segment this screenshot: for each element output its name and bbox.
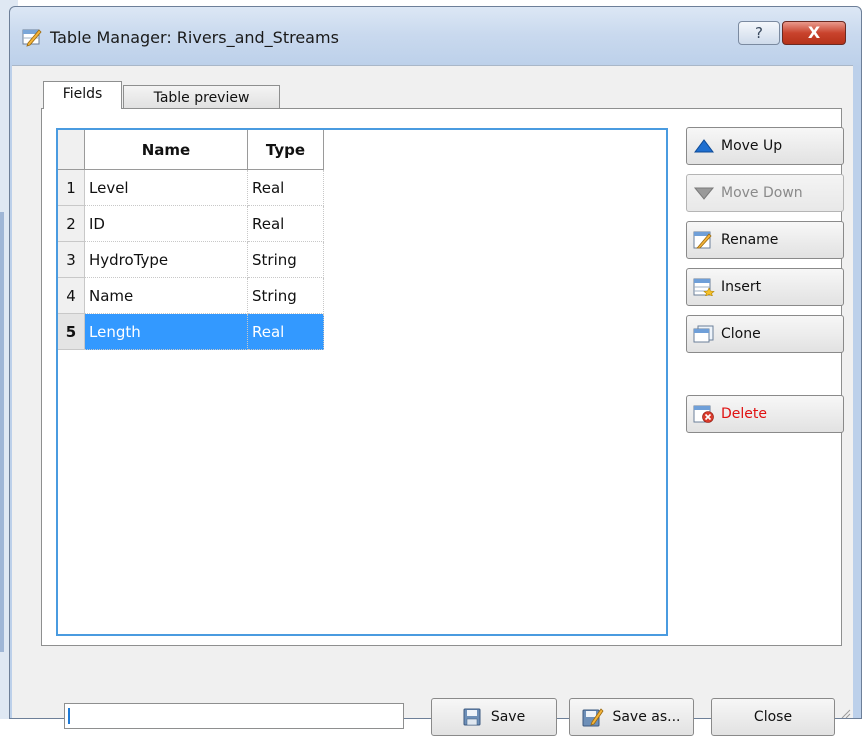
row-number[interactable]: 2 <box>58 205 85 242</box>
arrow-up-icon <box>693 137 715 155</box>
clone-button[interactable]: Clone <box>686 315 844 353</box>
title-bar: Table Manager: Rivers_and_Streams ? X <box>10 7 861 67</box>
text-caret <box>68 708 70 724</box>
table-row[interactable]: 4 Name String <box>58 277 324 314</box>
insert-icon <box>693 278 715 297</box>
save-label: Save <box>490 709 526 725</box>
window-title: Table Manager: Rivers_and_Streams <box>50 28 339 47</box>
table-row-selected[interactable]: 5 Length Real <box>58 313 324 350</box>
floppy-disk-icon <box>463 708 483 726</box>
field-name-cell[interactable]: Level <box>84 169 248 206</box>
delete-label: Delete <box>721 406 767 422</box>
fields-tab-panel: Name Type 1 Level Real 2 ID Real 3 Hydro… <box>41 108 844 646</box>
table-row[interactable]: 3 HydroType String <box>58 241 324 278</box>
close-button[interactable]: Close <box>711 698 835 736</box>
table-row[interactable]: 1 Level Real <box>58 169 324 206</box>
rename-icon <box>693 231 715 249</box>
column-header-name[interactable]: Name <box>84 130 248 170</box>
delete-button[interactable]: Delete <box>686 395 844 433</box>
table-edit-icon <box>22 27 42 47</box>
tab-fields[interactable]: Fields <box>43 81 122 109</box>
save-as-label: Save as... <box>612 709 681 725</box>
move-down-label: Move Down <box>721 185 803 201</box>
close-window-button[interactable]: X <box>782 21 846 45</box>
field-type-cell[interactable]: Real <box>247 169 324 206</box>
row-number[interactable]: 1 <box>58 169 85 206</box>
field-type-cell[interactable]: Real <box>247 205 324 242</box>
delete-icon <box>693 405 715 423</box>
move-up-button[interactable]: Move Up <box>686 127 844 165</box>
row-number[interactable]: 4 <box>58 277 85 314</box>
save-button[interactable]: Save <box>431 698 557 736</box>
field-name-cell[interactable]: Name <box>84 277 248 314</box>
table-row[interactable]: 2 ID Real <box>58 205 324 242</box>
table-manager-dialog: Table Manager: Rivers_and_Streams ? X Fi… <box>9 6 862 736</box>
field-type-cell[interactable]: Real <box>247 313 324 350</box>
clone-icon <box>693 325 715 343</box>
save-as-button[interactable]: Save as... <box>569 698 694 736</box>
status-field[interactable] <box>64 703 404 729</box>
rename-button[interactable]: Rename <box>686 221 844 259</box>
dialog-client-area: Fields Table preview Name Type 1 Level R… <box>12 65 853 736</box>
move-down-button[interactable]: Move Down <box>686 174 844 212</box>
save-as-icon <box>582 707 604 727</box>
field-name-cell[interactable]: ID <box>84 205 248 242</box>
field-type-cell[interactable]: String <box>247 241 324 278</box>
rename-label: Rename <box>721 232 779 248</box>
close-label: Close <box>753 709 793 725</box>
fields-table[interactable]: Name Type 1 Level Real 2 ID Real 3 Hydro… <box>56 128 668 636</box>
column-header-type[interactable]: Type <box>247 130 324 170</box>
field-type-cell[interactable]: String <box>247 277 324 314</box>
arrow-down-icon <box>693 184 715 202</box>
insert-button[interactable]: Insert <box>686 268 844 306</box>
clone-label: Clone <box>721 326 761 342</box>
field-name-cell[interactable]: HydroType <box>84 241 248 278</box>
insert-label: Insert <box>721 279 762 295</box>
resize-grip[interactable] <box>839 704 851 719</box>
row-number[interactable]: 3 <box>58 241 85 278</box>
help-button[interactable]: ? <box>738 21 780 45</box>
field-name-cell[interactable]: Length <box>84 313 248 350</box>
row-number[interactable]: 5 <box>58 313 85 350</box>
move-up-label: Move Up <box>721 138 783 154</box>
corner-header[interactable] <box>58 130 85 170</box>
